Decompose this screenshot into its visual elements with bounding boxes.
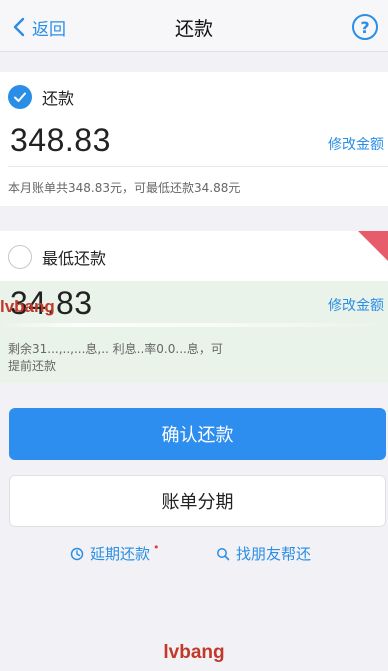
defer-repay-label: 延期还款 — [90, 545, 151, 563]
search-friend-icon — [217, 547, 230, 560]
clock-icon — [70, 547, 84, 560]
interest-note-line1: 剩余31...,..,...息,.. 利息..率0.0...息，可 — [8, 342, 223, 356]
corner-tag-icon — [358, 231, 388, 261]
full-repay-label: 还款 — [42, 89, 75, 108]
full-repay-option[interactable]: 还款 — [8, 84, 74, 110]
unchecked-icon[interactable] — [8, 245, 32, 269]
defer-repay-link[interactable]: 延期还款 • — [70, 541, 160, 564]
new-badge: • — [153, 541, 160, 554]
min-repay-label: 最低还款 — [42, 249, 107, 268]
watermark: lvbang — [163, 642, 225, 663]
friend-help-label: 找朋友帮还 — [236, 545, 312, 563]
checked-icon[interactable] — [8, 85, 32, 109]
full-repay-card[interactable]: 还款 348.83 修改金额 本月账单共348.83元，可最低还款34.88元 — [0, 72, 388, 206]
nav-bar: 返回 还款 ? — [0, 0, 388, 52]
modify-amount-link[interactable]: 修改金额 — [328, 134, 384, 154]
divider — [8, 166, 388, 167]
interest-note-line2: 提前还款 — [8, 359, 57, 373]
confirm-repay-button[interactable]: 确认还款 — [9, 408, 386, 460]
modify-amount-link[interactable]: 修改金额 — [328, 295, 384, 315]
page-title: 还款 — [174, 18, 213, 40]
full-repay-amount: 348.83 — [10, 122, 111, 158]
friend-help-link[interactable]: 找朋友帮还 — [216, 543, 311, 564]
bill-note: 本月账单共348.83元，可最低还款34.88元 — [8, 181, 241, 195]
scan-noise — [0, 323, 388, 327]
min-repay-card[interactable]: 最低还款 34.83 修改金额 剩余31...,..,...息,.. 利息..率… — [0, 231, 388, 383]
help-icon[interactable]: ? — [352, 14, 378, 40]
watermark: lvbang — [0, 297, 55, 316]
installment-button[interactable]: 账单分期 — [9, 475, 386, 527]
min-repay-option[interactable]: 最低还款 — [8, 244, 106, 270]
bottom-links: 延期还款 • 找朋友帮还 — [0, 541, 388, 569]
